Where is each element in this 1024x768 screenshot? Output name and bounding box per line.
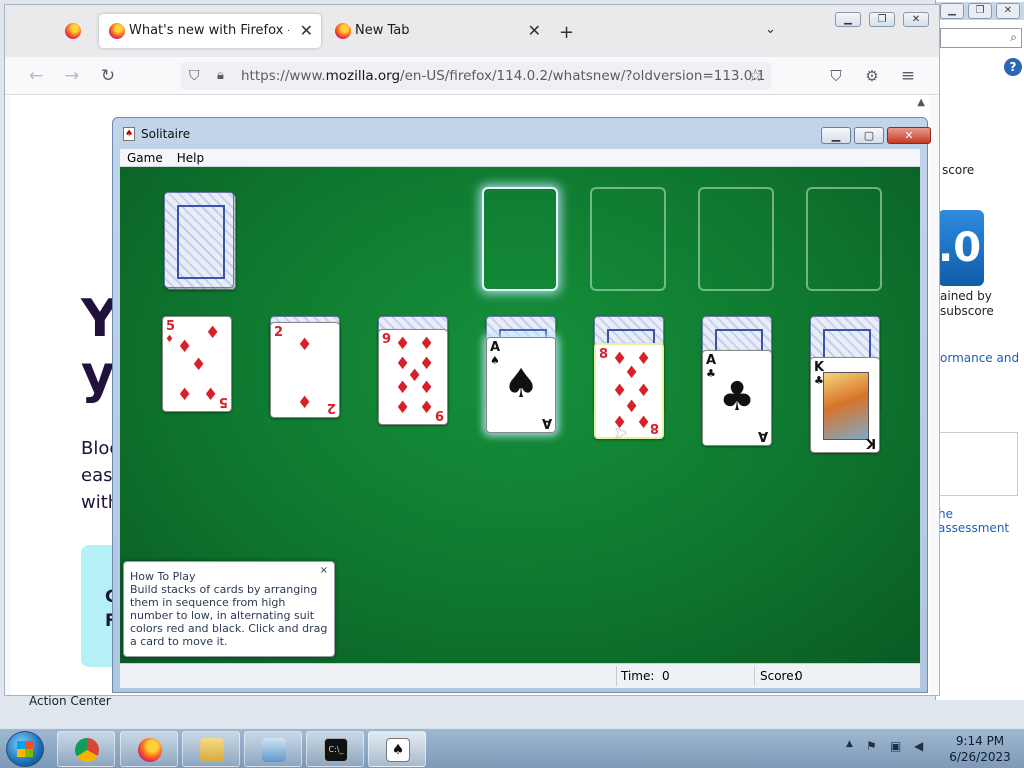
foundation-slot-2[interactable] — [590, 187, 666, 291]
bg-close-button[interactable]: ✕ — [996, 3, 1020, 19]
firefox-view-icon[interactable] — [65, 23, 81, 39]
url-prefix: https://www. — [241, 68, 326, 84]
close-tab-icon[interactable]: ✕ — [528, 14, 541, 48]
chrome-icon — [75, 738, 99, 762]
side-link-assessment[interactable]: he assessment — [938, 507, 1024, 535]
action-center-label: Action Center — [29, 694, 111, 708]
bg-search-input[interactable]: ⌕ — [940, 28, 1022, 48]
scroll-up-icon[interactable]: ▲ — [917, 97, 925, 108]
menu-game[interactable]: Game — [120, 149, 170, 167]
solitaire-icon: ♠ — [386, 738, 410, 762]
tableau-1-card[interactable]: 5 ♦ ♦ ♦ ♦ ♦ ♦ 5 — [162, 316, 232, 412]
taskbar-firefox[interactable] — [120, 731, 178, 767]
volume-icon[interactable]: ◀ — [914, 739, 923, 753]
close-window-button[interactable]: ✕ — [903, 12, 929, 27]
maximize-button[interactable]: ▢ — [854, 127, 884, 144]
start-button[interactable] — [6, 731, 44, 767]
tab-whats-new[interactable]: What's new with Firefox - More ✕ — [99, 14, 321, 48]
bg-restore-button[interactable]: ❐ — [968, 3, 992, 19]
side-caption: ained by subscore — [940, 289, 994, 318]
list-tabs-icon[interactable]: ⌄ — [765, 22, 776, 37]
solitaire-app-icon: ♠ — [123, 127, 135, 141]
king-face-image — [823, 372, 869, 440]
taskbar: C:\_ ♠ ▲ ⚑ ▣ ◀ 9:14 PM 6/26/2023 — [0, 728, 1024, 768]
tip-title: How To Play — [130, 570, 196, 583]
bookmark-star-icon[interactable]: ☆ — [748, 62, 763, 90]
window-title: Solitaire — [141, 127, 191, 141]
score-value: 0 — [795, 669, 803, 683]
tableau-5-card[interactable]: 8 ♦ ♦ ♦ ♦ ♦ ♦ ♦ ♦ 8 — [594, 343, 664, 439]
minimize-button[interactable]: ▁ — [821, 127, 851, 144]
firefox-icon — [138, 738, 162, 762]
tableau-4-card[interactable]: A ♠ ♠ A — [486, 337, 556, 433]
mouse-cursor-icon: ➤ — [614, 423, 628, 442]
game-board[interactable]: 5 ♦ ♦ ♦ ♦ ♦ ♦ 5 2 ♦ ♦ 2 9 ♦ ♦ ♦ ♦ ♦ ♦ ♦ ♦ ♦ 9 A… — [120, 167, 920, 663]
side-link-performance[interactable]: ormance and — [940, 351, 1019, 365]
nav-bar: ← → ↻ ⛉ 🔒︎ https://www.mozilla.org/en-US… — [5, 57, 939, 95]
side-box — [938, 432, 1018, 496]
minimize-button[interactable]: ▁ — [835, 12, 861, 27]
close-tip-icon[interactable]: × — [320, 564, 328, 577]
tab-bar: What's new with Firefox - More ✕ New Tab… — [5, 5, 939, 57]
background-window-controls: ▁ ❐ ✕ — [936, 2, 1024, 20]
tableau-3-card[interactable]: 9 ♦ ♦ ♦ ♦ ♦ ♦ ♦ ♦ ♦ 9 — [378, 329, 448, 425]
tableau-6-card[interactable]: A ♣ ♣ A — [702, 350, 772, 446]
tip-body: Build stacks of cards by arranging them … — [130, 583, 328, 648]
taskbar-explorer[interactable] — [182, 731, 240, 767]
foundation-slot-4[interactable] — [806, 187, 882, 291]
tableau-7-card[interactable]: K ♣ K — [810, 357, 880, 453]
forward-icon[interactable]: → — [61, 65, 83, 87]
clock-date: 6/26/2023 — [949, 750, 1011, 764]
lock-icon[interactable]: 🔒︎ — [217, 62, 224, 90]
url-domain: mozilla.org — [325, 68, 401, 84]
cmd-icon: C:\_ — [324, 738, 348, 762]
menu-bar: Game Help — [120, 149, 920, 167]
firefox-icon — [335, 23, 351, 39]
time-label: Time: — [621, 669, 655, 683]
solitaire-window: ♠ Solitaire ▁ ▢ ✕ Game Help 5 ♦ ♦ ♦ ♦ ♦ ♦ 5 … — [112, 117, 931, 693]
close-tab-icon[interactable]: ✕ — [300, 14, 313, 48]
status-bar: Time: 0 Score: 0 — [120, 663, 920, 688]
clock[interactable]: 9:14 PM 6/26/2023 — [940, 733, 1020, 765]
back-icon[interactable]: ← — [25, 65, 47, 87]
new-tab-icon[interactable]: + — [559, 22, 574, 43]
reload-icon[interactable]: ↻ — [97, 65, 119, 87]
help-icon[interactable]: ? — [1004, 58, 1022, 76]
restore-button[interactable]: ❐ — [869, 12, 895, 27]
taskbar-chrome[interactable] — [57, 731, 115, 767]
tab-label: New Tab — [355, 23, 410, 38]
taskbar-control-panel[interactable] — [244, 731, 302, 767]
control-panel-icon — [262, 738, 286, 762]
show-hidden-icons[interactable]: ▲ — [846, 739, 853, 749]
network-icon[interactable]: ▣ — [890, 739, 901, 753]
explorer-icon — [200, 738, 224, 762]
score-label: Score: — [760, 669, 798, 683]
clock-time: 9:14 PM — [955, 734, 1005, 748]
url-path: /en-US/firefox/114.0.2/whatsnew/?oldvers… — [400, 68, 766, 84]
how-to-play-tip: × How To Play Build stacks of cards by a… — [123, 561, 335, 657]
time-value: 0 — [662, 669, 670, 683]
side-score-text: score — [942, 163, 975, 177]
url-bar[interactable]: ⛉ 🔒︎ https://www.mozilla.org/en-US/firef… — [181, 62, 771, 90]
extensions-icon[interactable]: ⚙ — [861, 65, 883, 87]
score-badge: .0 — [938, 210, 984, 286]
pocket-icon[interactable]: ⛉ — [825, 65, 847, 87]
taskbar-cmd[interactable]: C:\_ — [306, 731, 364, 767]
stock-pile[interactable] — [164, 192, 234, 288]
tab-new-tab[interactable]: New Tab ✕ — [327, 14, 549, 48]
firefox-icon — [109, 23, 125, 39]
foundation-slot-1[interactable] — [482, 187, 558, 291]
action-center-flag-icon[interactable]: ⚑ — [866, 739, 877, 753]
menu-help[interactable]: Help — [170, 149, 211, 167]
background-window: ▁ ❐ ✕ ⌕ ? score .0 ained by subscore ormanc… — [935, 0, 1024, 700]
foundation-slot-3[interactable] — [698, 187, 774, 291]
shield-icon[interactable]: ⛉ — [189, 62, 200, 90]
close-button[interactable]: ✕ — [887, 127, 931, 144]
search-icon: ⌕ — [1010, 30, 1017, 44]
tableau-2-card[interactable]: 2 ♦ ♦ 2 — [270, 322, 340, 418]
bg-minimize-button[interactable]: ▁ — [940, 3, 964, 19]
menu-icon[interactable]: ≡ — [897, 65, 919, 87]
tab-label: What's new with Firefox - More — [129, 23, 289, 38]
taskbar-solitaire[interactable]: ♠ — [368, 731, 426, 767]
